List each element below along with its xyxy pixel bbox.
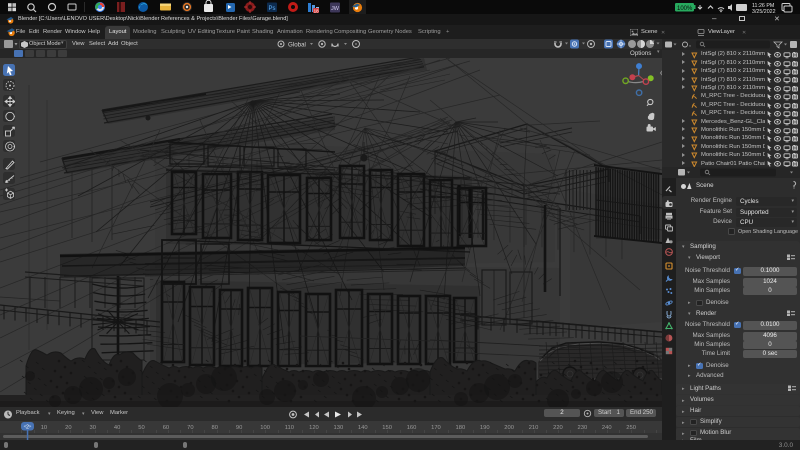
- svg-text:100%: 100%: [677, 6, 693, 12]
- svg-text:Global: Global: [288, 42, 306, 49]
- svg-text:Ps: Ps: [269, 6, 276, 12]
- svg-text:18: 18: [314, 8, 320, 13]
- svg-text:2: 2: [26, 425, 29, 431]
- svg-text:JW: JW: [331, 6, 340, 12]
